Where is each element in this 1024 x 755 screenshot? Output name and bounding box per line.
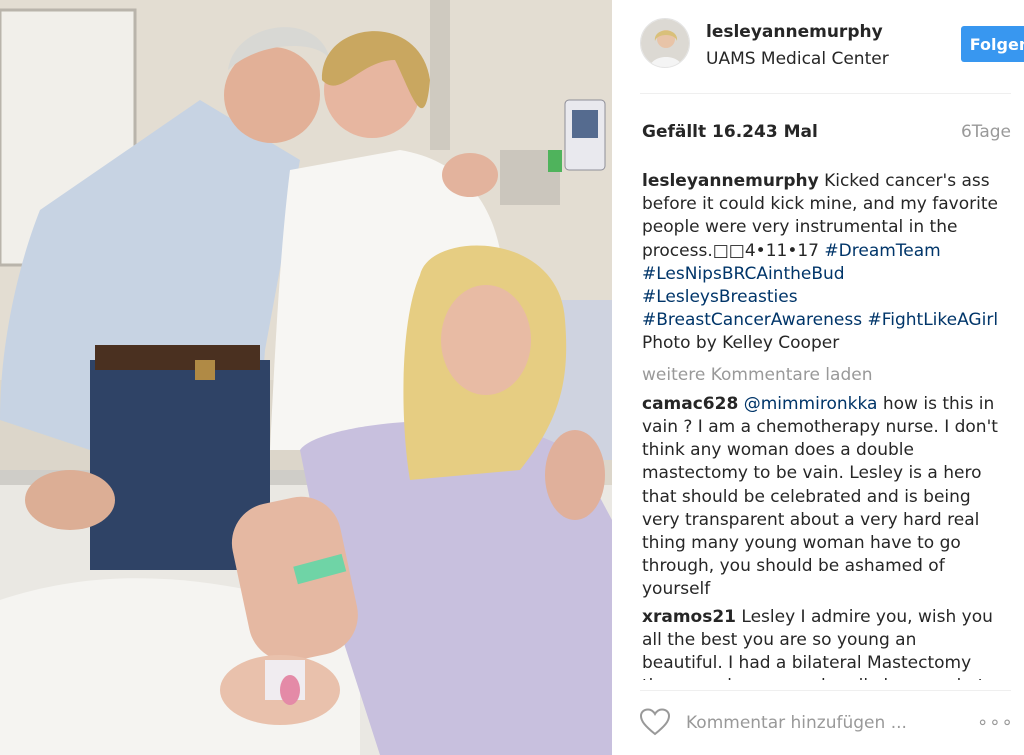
caption-username[interactable]: lesleyannemurphy — [642, 171, 819, 191]
comment: xramos21 Lesley I admire you, wish you a… — [642, 606, 1002, 680]
hashtag-link[interactable]: #FightLikeAGirl — [867, 310, 998, 330]
mention-link[interactable]: @mimmironkka — [744, 394, 878, 414]
post-time[interactable]: 6Tage — [961, 122, 1011, 142]
caption: lesleyannemurphy Kicked cancer's ass bef… — [642, 170, 1002, 356]
comment-bar: ∘∘∘ — [640, 704, 1013, 744]
location-link[interactable]: UAMS Medical Center — [706, 49, 889, 69]
hashtag-link[interactable]: #DreamTeam — [824, 241, 940, 261]
like-count[interactable]: Gefällt 16.243 Mal — [642, 122, 818, 142]
hashtag-link[interactable]: #LesleysBreasties — [642, 287, 798, 307]
post-header: lesleyannemurphy UAMS Medical Center Fol… — [640, 18, 1024, 74]
hashtag-link[interactable]: #BreastCancerAwareness — [642, 310, 862, 330]
comment-text: how is this in vain ? I am a chemotherap… — [642, 393, 998, 600]
comment-input[interactable] — [686, 710, 946, 736]
hospital-photo-illustration — [0, 0, 612, 755]
comments-list: lesleyannemurphy Kicked cancer's ass bef… — [642, 170, 1002, 680]
comment-username[interactable]: camac628 — [642, 394, 738, 414]
post-side-panel: lesleyannemurphy UAMS Medical Center Fol… — [612, 0, 1024, 755]
follow-button[interactable]: Folgen — [961, 26, 1024, 62]
divider — [640, 93, 1011, 94]
hashtag-link[interactable]: #LesNipsBRCAintheBud — [642, 264, 845, 284]
comment: camac628 @mimmironkka how is this in vai… — [642, 393, 1002, 602]
comment-username[interactable]: xramos21 — [642, 607, 736, 627]
photo-credit: Photo by Kelley Cooper — [642, 333, 840, 354]
load-more-comments-link[interactable]: weitere Kommentare laden — [642, 364, 1002, 387]
heart-icon[interactable] — [640, 708, 670, 736]
divider — [640, 690, 1011, 691]
more-options-icon[interactable]: ∘∘∘ — [977, 712, 1013, 733]
post-photo[interactable] — [0, 0, 612, 755]
header-username[interactable]: lesleyannemurphy — [706, 22, 883, 42]
avatar-image — [641, 19, 689, 67]
avatar[interactable] — [640, 18, 690, 68]
